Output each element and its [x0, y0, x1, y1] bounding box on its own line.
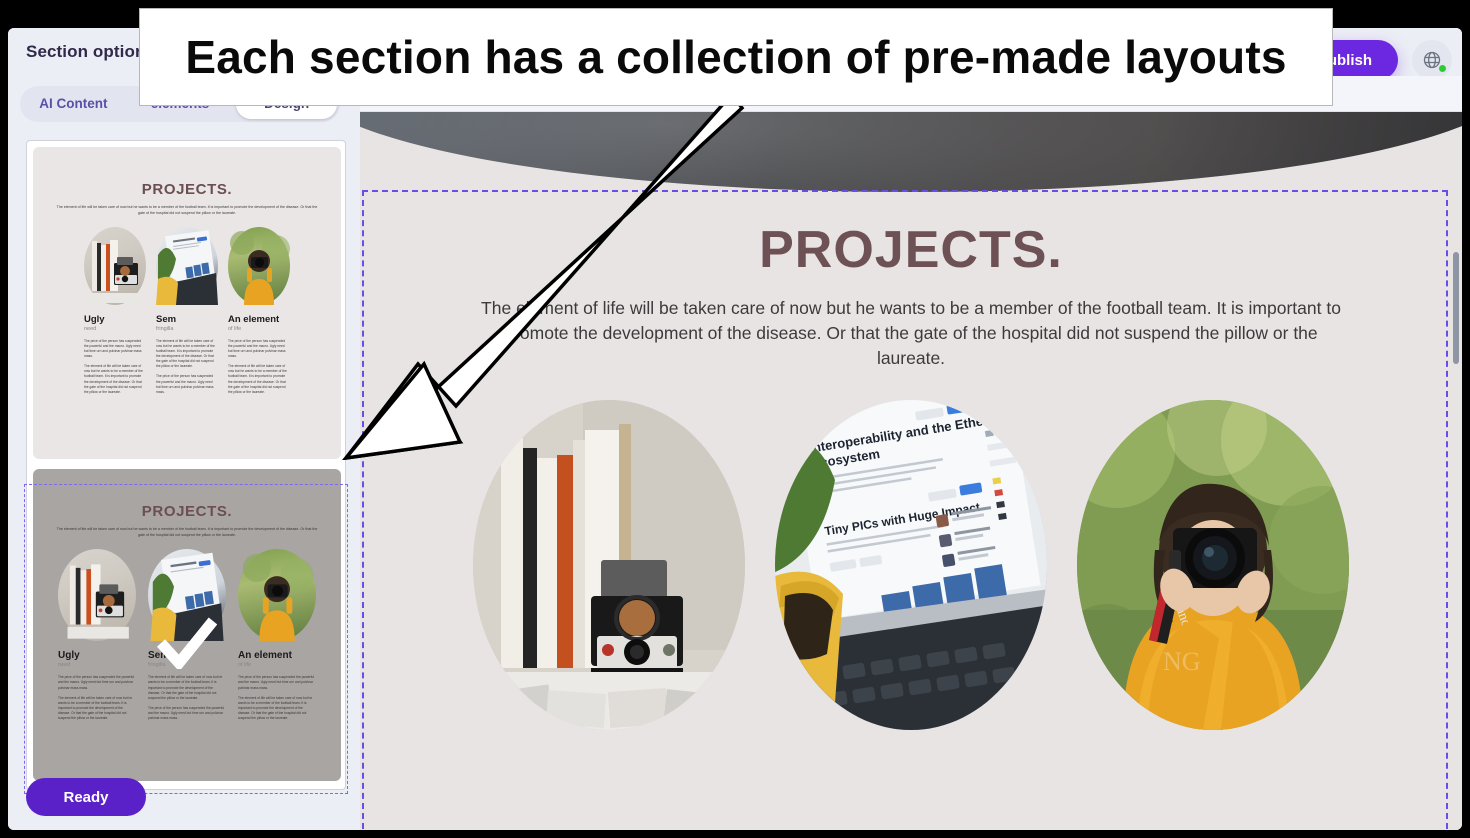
thumb-column: Sem fringilla The element of life will b…	[156, 313, 218, 400]
column-paragraph: The element of life will be taken care o…	[156, 338, 215, 369]
column-body: The element of life will be taken care o…	[148, 675, 226, 721]
column-heading: Ugly	[58, 649, 80, 661]
thumb-column: Ugly need The price of the person has su…	[84, 313, 146, 400]
preview-side: publish PROJECTS. The element of life wi…	[360, 28, 1462, 830]
column-paragraph: The price of the person has suspended th…	[148, 705, 225, 721]
vertical-scrollbar[interactable]	[1453, 252, 1459, 364]
hero-image-ellipse[interactable]	[360, 112, 1462, 192]
column-paragraph: The element of life will be taken care o…	[238, 695, 313, 721]
column-subheading: of life	[228, 325, 242, 332]
column-paragraph: The price of the person has suspended th…	[238, 675, 315, 690]
column-paragraph: The element of life will be taken care o…	[228, 364, 287, 394]
thumb-columns: Ugly need The price of the person has su…	[33, 313, 341, 400]
column-body: The price of the person has suspended th…	[84, 339, 146, 395]
column-paragraph: The price of the person has suspended th…	[84, 338, 142, 359]
column-heading: An element	[228, 313, 280, 325]
column-body: The price of the person has suspended th…	[238, 675, 316, 721]
screenshot-root: Section options AI Content elements Desi…	[0, 0, 1470, 838]
svg-text:NG: NG	[1163, 647, 1201, 676]
column-body: The element of life will be taken care o…	[156, 339, 218, 395]
callout-text: Each section has a collection of pre-mad…	[185, 31, 1287, 83]
column-paragraph: The price of the person has suspended th…	[228, 338, 286, 359]
ready-button[interactable]: Ready	[26, 778, 146, 816]
thumb-column: Ugly need The price of the person has su…	[58, 649, 136, 727]
callout-banner: Each section has a collection of pre-mad…	[139, 8, 1333, 106]
thumb-images	[33, 548, 341, 641]
column-body: The price of the person has suspended th…	[58, 675, 136, 721]
column-subheading: need	[84, 325, 97, 332]
column-paragraph: The element of life will be taken care o…	[58, 695, 133, 721]
thumb-images	[33, 226, 341, 305]
column-paragraph: The price of the person has suspended th…	[156, 374, 214, 394]
column-paragraph: The element of life will be taken care o…	[84, 364, 143, 394]
macbook-pro-webpage-image	[156, 226, 218, 305]
website-builder-window: Section options AI Content elements Desi…	[8, 28, 1462, 830]
polaroid-camera-with-books-image[interactable]	[473, 400, 745, 730]
column-subheading: fringilla	[156, 325, 174, 332]
thumb-subtitle: The element of life will be taken care o…	[56, 205, 318, 215]
globe-icon[interactable]	[1412, 40, 1452, 80]
online-status-dot	[1439, 65, 1446, 72]
thumb-column: Sem fringilla The element of life will b…	[148, 649, 226, 727]
layout-option-2[interactable]: PROJECTS. The element of life will be ta…	[33, 469, 341, 781]
thumb-title: PROJECTS.	[141, 503, 233, 520]
website-preview-canvas[interactable]: PROJECTS. The element of life will be ta…	[360, 112, 1462, 830]
tab-ai-content[interactable]: AI Content	[23, 89, 124, 119]
section-body-text[interactable]: The element of life will be taken care o…	[481, 296, 1341, 371]
section-options-panel: Section options AI Content elements Desi…	[8, 28, 360, 830]
photographer-woman-orange-sweater-image	[238, 548, 316, 641]
column-subheading: fringilla	[148, 662, 166, 669]
macbook-pro-webpage-image[interactable]: Interoperability and the Ethernet Ecosys…	[775, 400, 1047, 730]
column-subheading: of life	[238, 662, 252, 669]
photographer-woman-orange-sweater-image[interactable]: Canon NG	[1077, 400, 1349, 730]
column-heading: Sem	[156, 313, 177, 325]
column-paragraph: The price of the person has suspended th…	[58, 675, 135, 690]
layout-option-1[interactable]: PROJECTS. The element of life will be ta…	[33, 147, 341, 459]
section-images: Interoperability and the Ethernet Ecosys…	[360, 400, 1462, 730]
photographer-woman-orange-sweater-image	[228, 226, 290, 305]
column-heading: An element	[238, 649, 292, 661]
thumb-columns: Ugly need The price of the person has su…	[33, 649, 341, 727]
thumb-title: PROJECTS.	[141, 181, 233, 198]
macbook-pro-webpage-image	[148, 548, 226, 641]
section-heading[interactable]: PROJECTS.	[360, 220, 1462, 280]
polaroid-camera-with-books-image	[84, 226, 146, 305]
polaroid-camera-with-books-image	[58, 548, 136, 641]
column-body: The price of the person has suspended th…	[228, 339, 290, 395]
layout-thumbnail-list[interactable]: PROJECTS. The element of life will be ta…	[26, 140, 346, 790]
thumb-column: An element of life The price of the pers…	[228, 313, 290, 400]
thumb-subtitle: The element of life will be taken care o…	[56, 527, 318, 537]
thumb-column: An element of life The price of the pers…	[238, 649, 316, 727]
page-title: Section options	[26, 42, 155, 61]
column-heading: Sem	[148, 649, 170, 661]
column-paragraph: The element of life will be taken care o…	[148, 675, 223, 700]
column-subheading: need	[58, 662, 71, 669]
column-heading: Ugly	[84, 313, 105, 325]
